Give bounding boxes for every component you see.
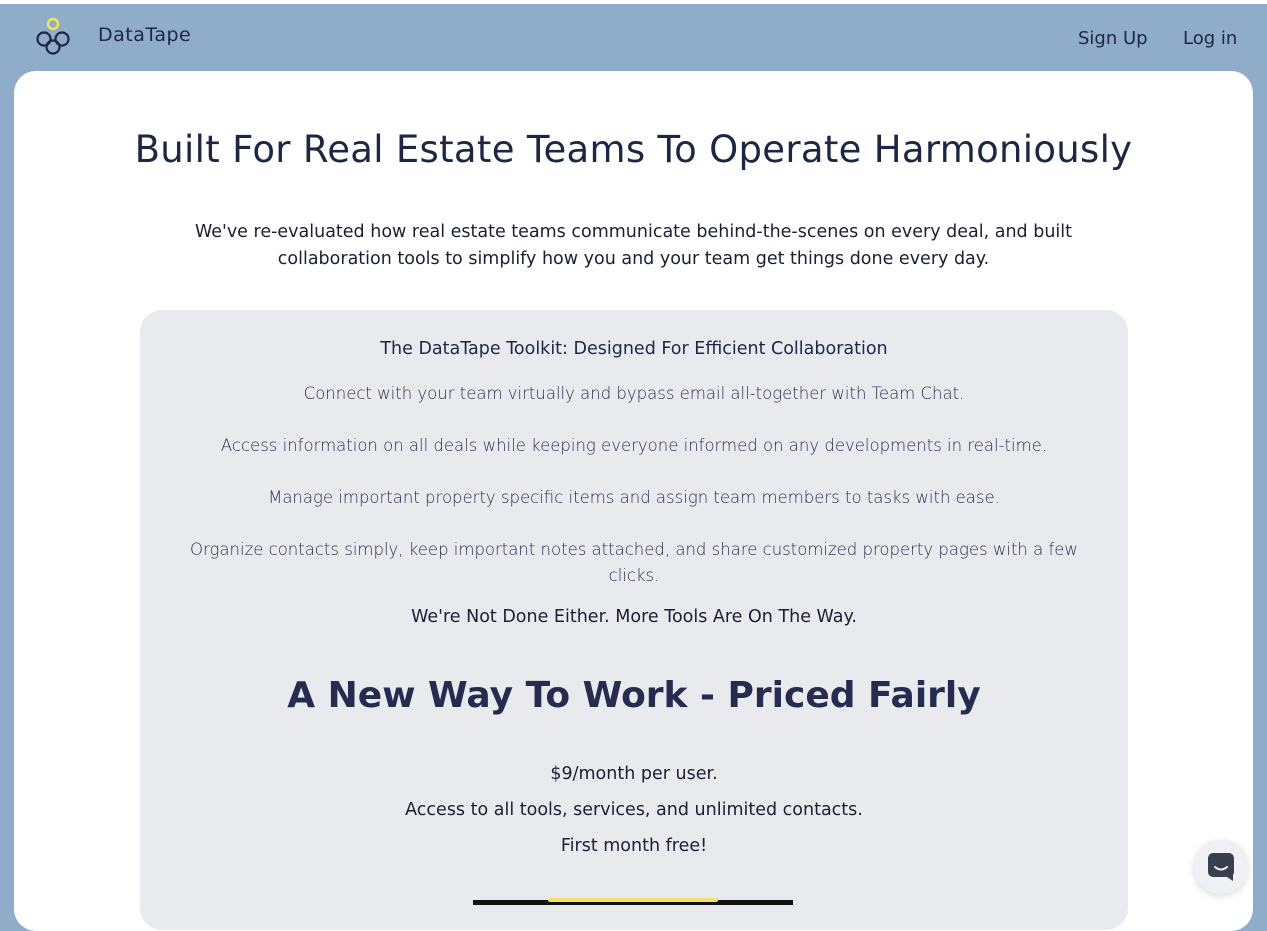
feature-contacts: Organize contacts simply, keep important… xyxy=(190,540,1078,585)
price-access-note: Access to all tools, services, and unlim… xyxy=(405,800,863,820)
more-tools-note: We're Not Done Either. More Tools Are On… xyxy=(411,607,857,627)
feature-deals: Access information on all deals while ke… xyxy=(220,436,1048,455)
sign-up-link[interactable]: Sign Up xyxy=(1078,28,1148,49)
feature-tasks: Manage important property specific items… xyxy=(268,488,1000,507)
feature-team-chat: Connect with your team virtually and byp… xyxy=(303,384,965,403)
log-in-link[interactable]: Log in xyxy=(1183,28,1237,49)
chat-launcher-button[interactable] xyxy=(1194,840,1248,894)
price-free-month: First month free! xyxy=(560,836,708,856)
brand-name[interactable]: DataTape xyxy=(98,24,191,46)
toolkit-title: The DataTape Toolkit: Designed For Effic… xyxy=(380,339,888,359)
cta-highlight xyxy=(548,898,718,902)
datatape-logo-icon[interactable] xyxy=(32,14,76,62)
pricing-title: A New Way To Work - Priced Fairly xyxy=(287,675,981,716)
hero-title: Built For Real Estate Teams To Operate H… xyxy=(134,128,1133,171)
top-navigation-bar: DataTape Sign Up Log in xyxy=(0,0,1267,72)
chat-icon xyxy=(1208,853,1234,881)
hero-subtitle: We've re-evaluated how real estate teams… xyxy=(194,222,1073,269)
price-per-user: $9/month per user. xyxy=(550,764,718,784)
